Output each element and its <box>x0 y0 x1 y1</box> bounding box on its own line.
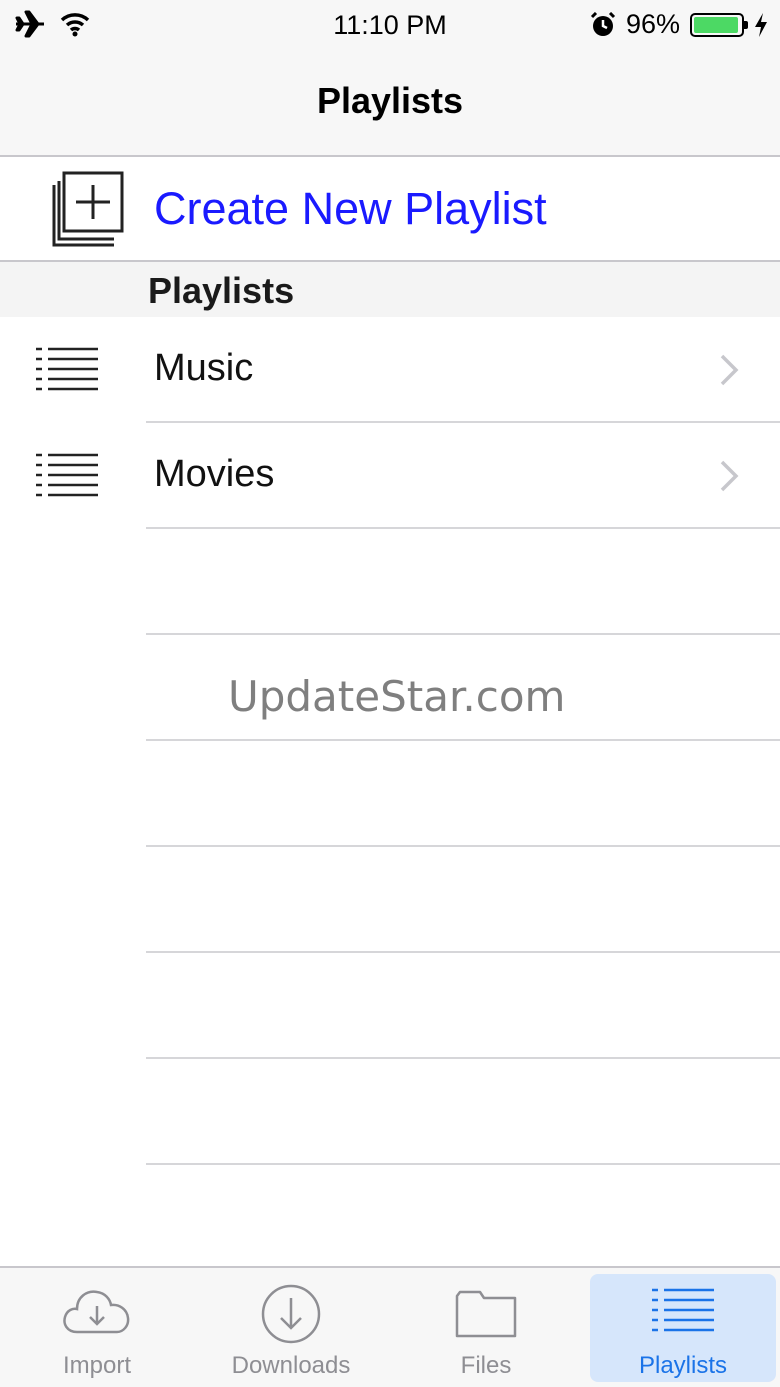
row-separator <box>146 1057 780 1059</box>
tab-bar: Import Downloads Files Playlists <box>0 1266 780 1387</box>
cloud-download-icon <box>63 1290 130 1334</box>
tab-label: Playlists <box>638 1352 728 1379</box>
add-playlist-icon <box>52 171 124 247</box>
section-header: Playlists <box>0 262 780 317</box>
tab-label: Import <box>62 1352 131 1379</box>
chevron-right-icon <box>720 354 739 386</box>
alarm-icon <box>590 11 616 36</box>
create-new-playlist-button[interactable]: Create New Playlist <box>0 157 780 262</box>
row-separator <box>146 739 780 741</box>
row-separator <box>146 633 780 635</box>
row-separator <box>146 527 780 529</box>
nav-bar: Playlists <box>0 50 780 157</box>
list-icon <box>36 347 98 391</box>
folder-icon <box>455 1290 517 1338</box>
watermark: UpdateStar.com <box>228 672 566 721</box>
playlist-label: Music <box>154 347 254 389</box>
list-icon <box>36 453 98 497</box>
playlist-list: Music Movies <box>0 317 780 529</box>
tab-playlists[interactable]: Playlists <box>590 1274 776 1382</box>
tab-downloads[interactable]: Downloads <box>198 1274 384 1382</box>
chevron-right-icon <box>720 460 739 492</box>
status-bar: 11:10 PM 96% <box>0 0 780 50</box>
playlist-row-movies[interactable]: Movies <box>0 423 780 529</box>
circle-download-icon <box>261 1284 321 1344</box>
section-title: Playlists <box>148 270 295 311</box>
playlist-row-music[interactable]: Music <box>0 317 780 423</box>
row-separator <box>146 951 780 953</box>
playlist-label: Movies <box>154 453 275 495</box>
row-separator <box>146 845 780 847</box>
list-icon <box>652 1288 714 1332</box>
battery-icon <box>690 12 748 37</box>
battery-percent: 96% <box>625 9 680 39</box>
charging-bolt-icon <box>755 12 767 37</box>
page-title: Playlists <box>316 80 464 121</box>
tab-import[interactable]: Import <box>4 1274 190 1382</box>
tab-label: Files <box>460 1352 512 1379</box>
tab-files[interactable]: Files <box>393 1274 579 1382</box>
create-new-playlist-label: Create New Playlist <box>154 183 547 234</box>
status-right: 96% <box>590 9 768 40</box>
row-separator <box>146 1163 780 1165</box>
battery-fill <box>694 16 739 33</box>
tab-label: Downloads <box>231 1352 351 1379</box>
